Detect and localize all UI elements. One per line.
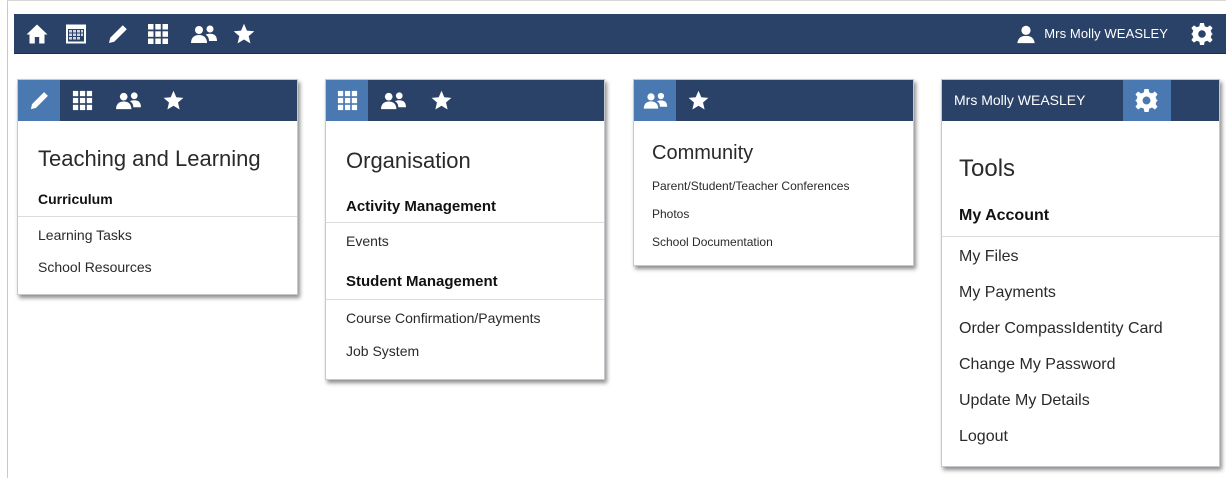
menu-item-change-my-password[interactable]: Change My Password <box>959 356 1116 374</box>
menu-item-job-system[interactable]: Job System <box>346 343 419 359</box>
section-divider <box>18 216 297 217</box>
star-icon[interactable] <box>232 22 256 46</box>
star-icon[interactable] <box>687 89 710 112</box>
people-icon[interactable] <box>189 22 219 46</box>
tools-panel: Mrs Molly WEASLEY Tools My Account My Fi… <box>941 79 1220 467</box>
pencil-icon[interactable] <box>28 89 51 112</box>
section-divider <box>326 299 604 300</box>
grid-icon[interactable] <box>146 22 170 46</box>
menu-item-photos[interactable]: Photos <box>652 207 689 221</box>
star-icon[interactable] <box>430 89 453 112</box>
community-panel: Community Parent/Student/Teacher Confere… <box>633 79 914 266</box>
people-icon[interactable] <box>114 89 143 112</box>
people-icon[interactable] <box>379 89 408 112</box>
panel-header <box>326 80 604 121</box>
panel-header: Mrs Molly WEASLEY <box>942 80 1219 121</box>
menu-item-school-resources[interactable]: School Resources <box>38 259 152 275</box>
panel-title: Organisation <box>346 148 471 173</box>
calendar-icon[interactable] <box>64 22 88 46</box>
grid-icon[interactable] <box>336 89 359 112</box>
gear-icon[interactable] <box>1134 88 1159 113</box>
section-divider <box>942 236 1219 237</box>
pencil-icon[interactable] <box>106 22 130 46</box>
people-icon[interactable] <box>642 89 669 112</box>
menu-item-logout[interactable]: Logout <box>959 428 1008 446</box>
grid-icon[interactable] <box>71 89 94 112</box>
organisation-panel: Organisation Activity Management Events … <box>325 79 605 380</box>
panel-header <box>18 80 297 121</box>
top-nav-bar: Mrs Molly WEASLEY <box>14 14 1226 54</box>
section-heading-curriculum: Curriculum <box>38 191 113 207</box>
user-menu[interactable]: Mrs Molly WEASLEY <box>1015 14 1168 53</box>
star-icon[interactable] <box>162 89 185 112</box>
page-frame-left <box>7 0 8 478</box>
section-heading-my-account: My Account <box>959 207 1050 224</box>
menu-item-update-my-details[interactable]: Update My Details <box>959 392 1090 410</box>
panel-title: Tools <box>959 155 1016 182</box>
menu-item-my-payments[interactable]: My Payments <box>959 284 1056 302</box>
menu-item-events[interactable]: Events <box>346 233 389 249</box>
home-icon[interactable] <box>25 22 49 46</box>
gear-icon[interactable] <box>1190 22 1214 46</box>
menu-item-learning-tasks[interactable]: Learning Tasks <box>38 227 132 243</box>
section-heading-student-management: Student Management <box>346 273 498 290</box>
user-name: Mrs Molly WEASLEY <box>1044 26 1168 41</box>
page-frame-top <box>7 0 1226 1</box>
panel-title: Teaching and Learning <box>38 146 261 171</box>
section-heading-activity-management: Activity Management <box>346 198 497 215</box>
menu-item-my-files[interactable]: My Files <box>959 248 1019 266</box>
panel-header <box>634 80 913 121</box>
menu-item-school-documentation[interactable]: School Documentation <box>652 235 773 249</box>
user-name[interactable]: Mrs Molly WEASLEY <box>954 80 1085 121</box>
panel-title: Community <box>652 142 754 164</box>
menu-item-order-compassidentity-card[interactable]: Order CompassIdentity Card <box>959 320 1163 338</box>
teaching-learning-panel: Teaching and Learning Curriculum Learnin… <box>17 79 298 295</box>
section-divider <box>326 222 604 223</box>
user-icon <box>1015 23 1037 45</box>
menu-item-conferences[interactable]: Parent/Student/Teacher Conferences <box>652 179 849 193</box>
menu-item-course-confirmation-payments[interactable]: Course Confirmation/Payments <box>346 310 541 326</box>
